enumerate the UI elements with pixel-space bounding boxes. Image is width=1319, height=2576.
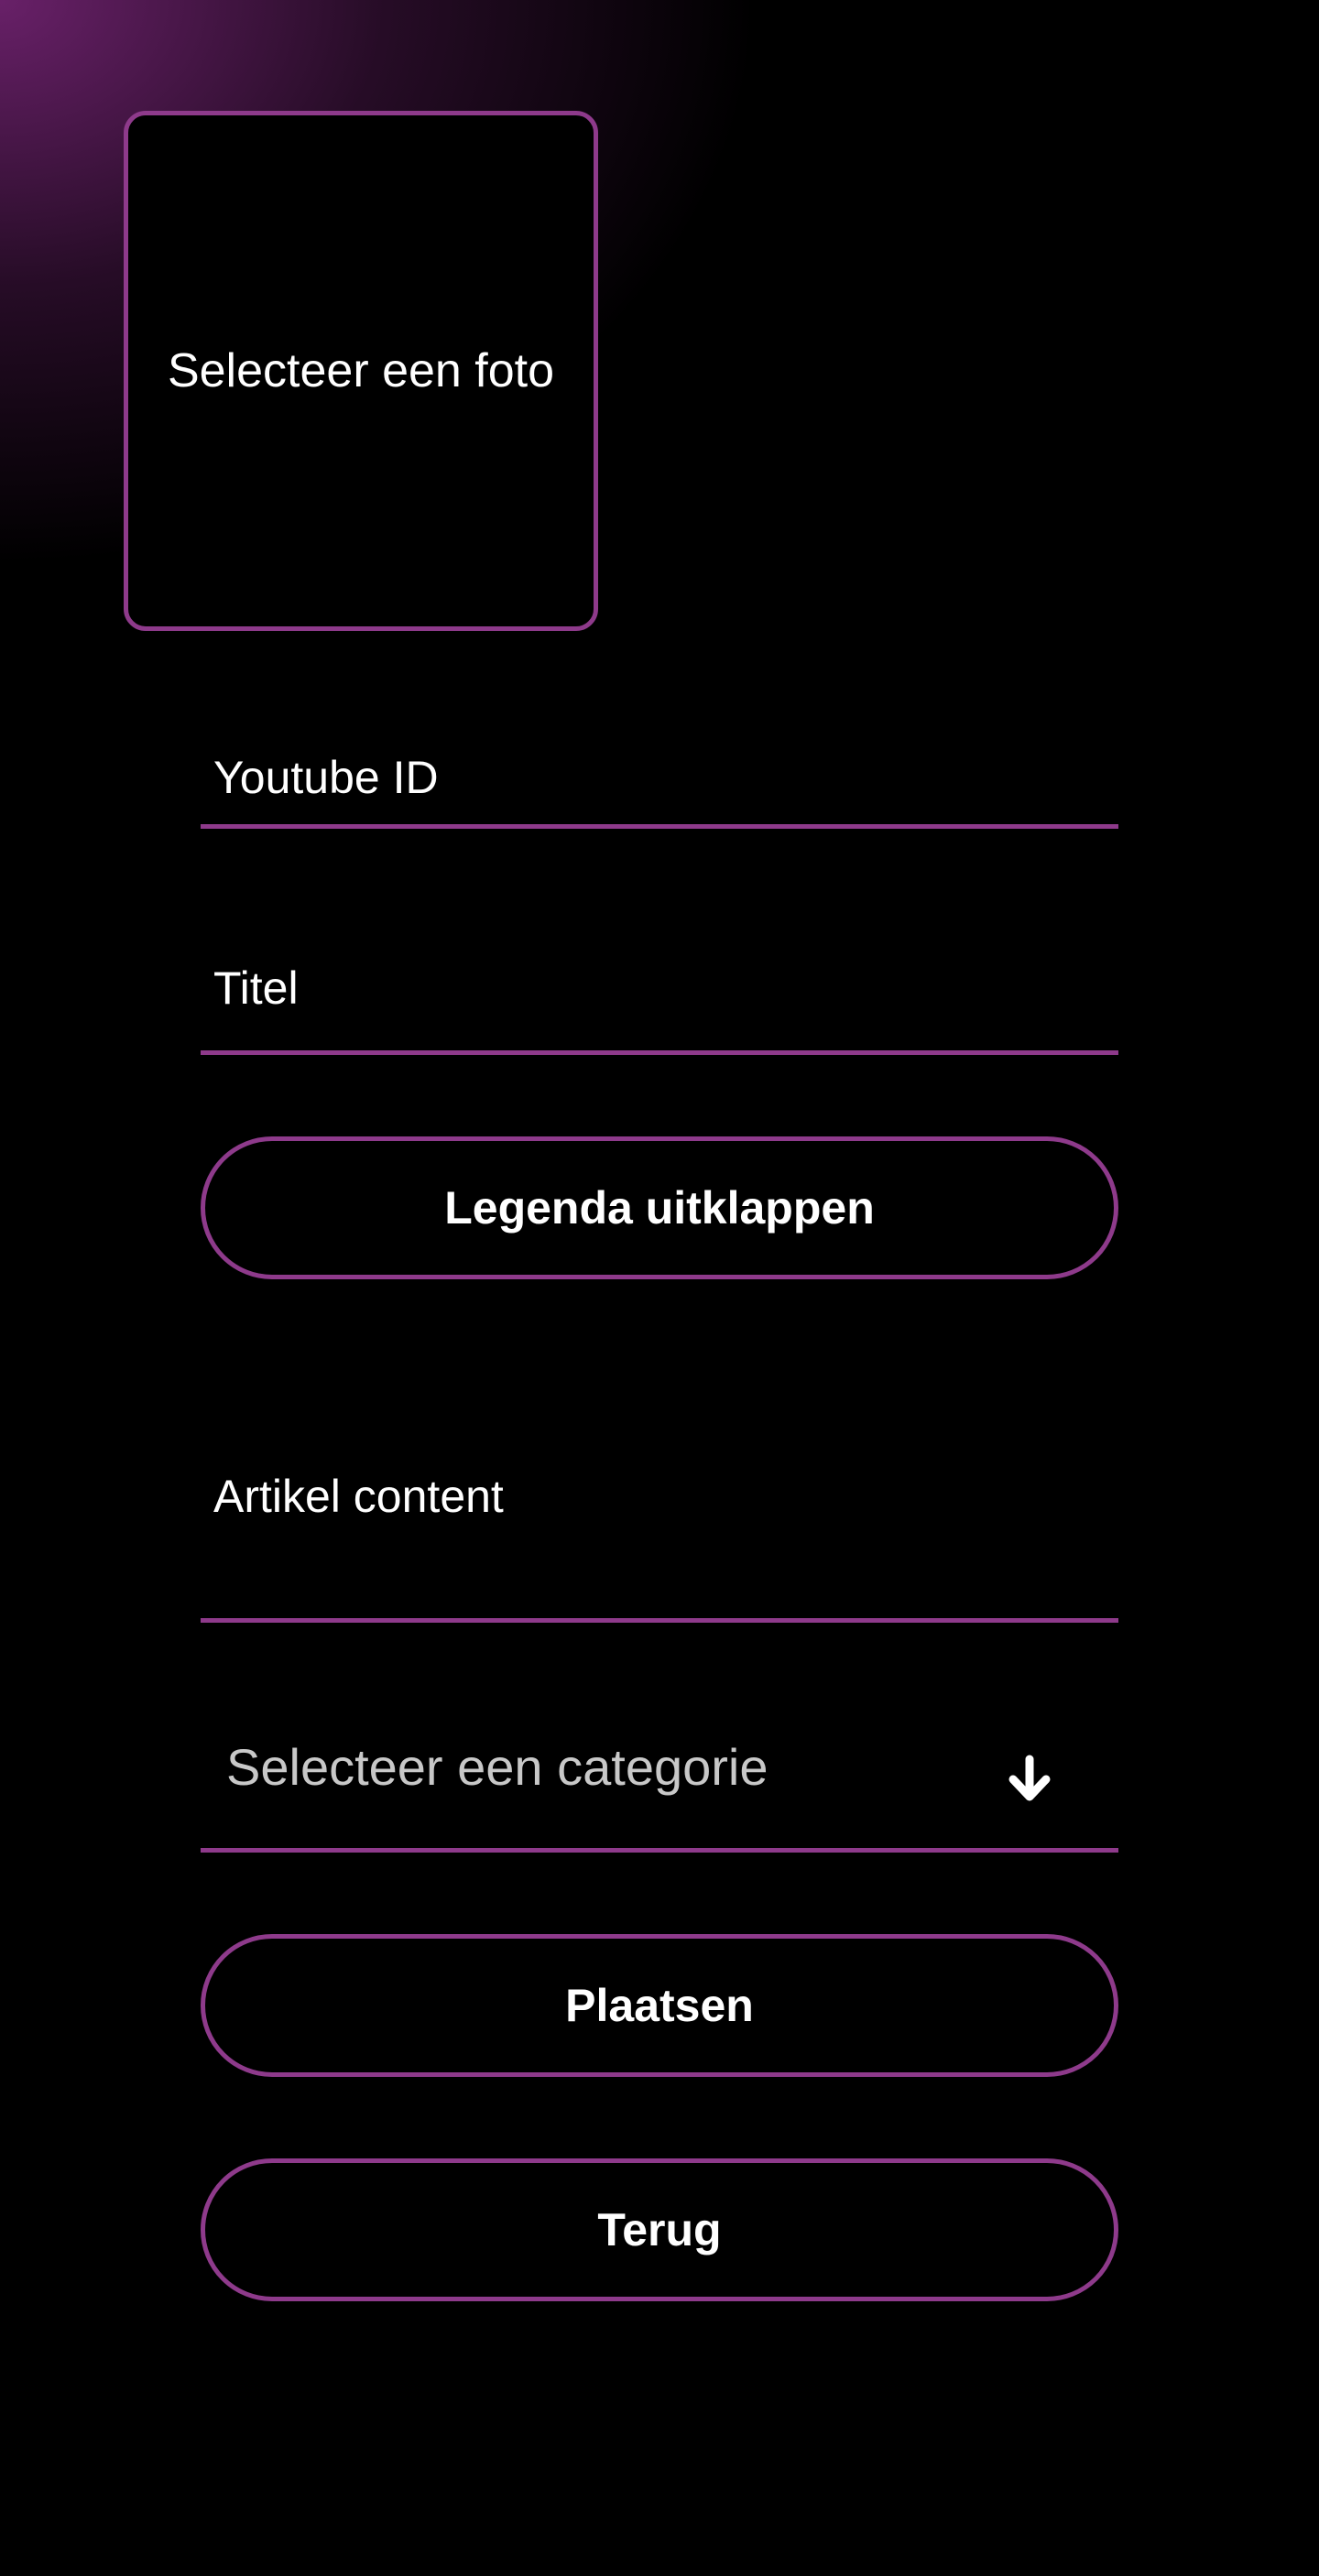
arrow-down-icon	[1008, 1755, 1051, 1801]
category-select-value: Selecteer een categorie	[226, 1738, 769, 1796]
back-button[interactable]: Terug	[201, 2158, 1118, 2301]
youtube-id-field[interactable]: Youtube ID	[201, 733, 1118, 829]
article-content-label: Artikel content	[213, 1471, 504, 1522]
post-button-label: Plaatsen	[565, 1980, 754, 2031]
article-content-field[interactable]: Artikel content	[201, 1451, 1118, 1623]
youtube-id-label: Youtube ID	[213, 752, 439, 803]
post-button[interactable]: Plaatsen	[201, 1934, 1118, 2077]
title-label: Titel	[213, 962, 299, 1014]
legend-expand-button[interactable]: Legenda uitklappen	[201, 1136, 1118, 1279]
back-button-label: Terug	[597, 2204, 722, 2255]
title-field[interactable]: Titel	[201, 943, 1118, 1055]
photo-picker-label: Selecteer een foto	[167, 344, 555, 397]
category-select[interactable]: Selecteer een categorie	[201, 1717, 1118, 1853]
photo-picker[interactable]: Selecteer een foto	[124, 111, 598, 631]
legend-expand-label: Legenda uitklappen	[444, 1182, 875, 1234]
